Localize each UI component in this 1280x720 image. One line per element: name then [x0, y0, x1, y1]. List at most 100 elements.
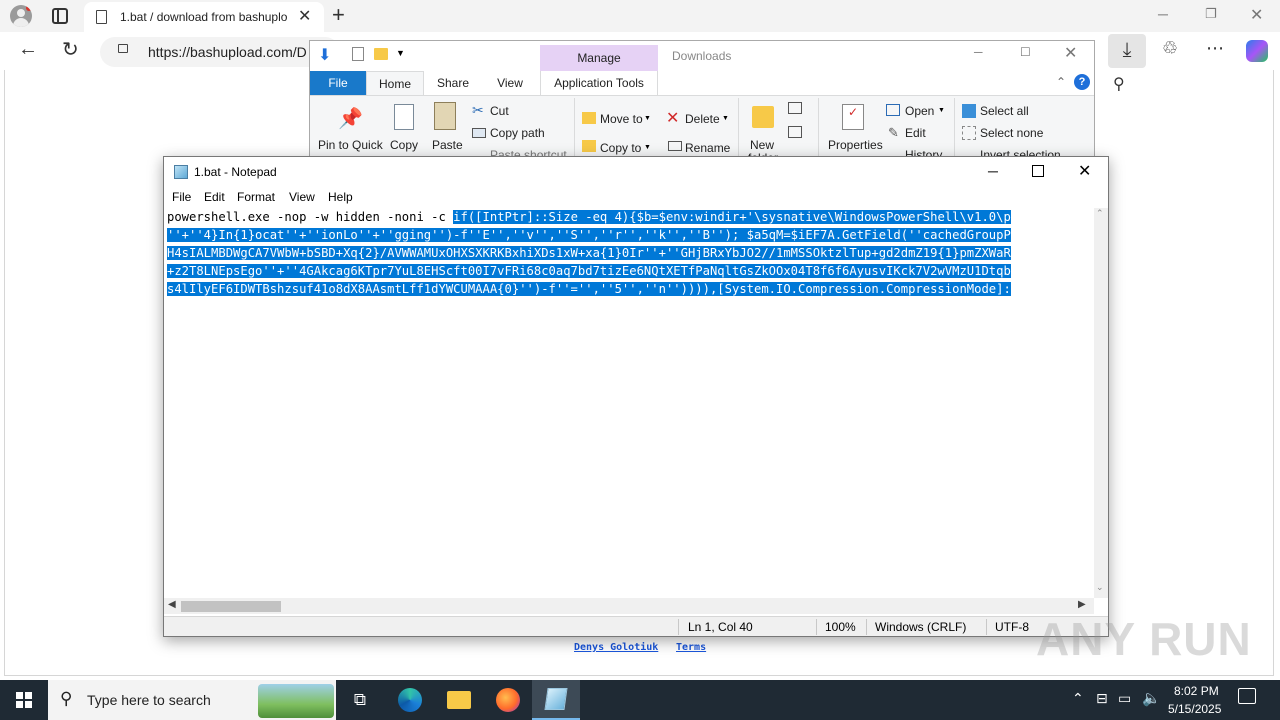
footer-terms-link[interactable]: Terms — [676, 642, 706, 653]
tab-close-icon[interactable]: ✕ — [298, 6, 311, 26]
qat-dropdown-icon[interactable]: ▼ — [396, 48, 405, 58]
folder-icon — [447, 691, 471, 709]
firefox-icon — [496, 688, 520, 712]
tab-share[interactable]: Share — [426, 71, 480, 95]
taskbar-search-box[interactable]: ⚲ Type here to search — [48, 680, 336, 720]
text-line-1-selected: if([IntPtr]::Size -eq 4){$b=$env:windir+… — [453, 210, 1011, 224]
menu-edit[interactable]: Edit — [204, 190, 225, 204]
properties-qat-icon[interactable] — [352, 47, 364, 61]
tab-actions-icon[interactable] — [52, 8, 68, 24]
tray-network-icon[interactable]: ⊟ — [1096, 690, 1108, 707]
notifications-icon[interactable] — [1238, 688, 1256, 704]
notepad-text-area[interactable]: powershell.exe -nop -w hidden -noni -c i… — [167, 208, 1093, 598]
notepad-close-icon[interactable]: ✕ — [1078, 161, 1091, 181]
new-item-icon[interactable] — [788, 102, 802, 114]
rename-button[interactable]: Rename — [685, 141, 730, 155]
pin-icon[interactable]: ⚲ — [1113, 74, 1125, 94]
tray-volume-icon[interactable]: 🔈 — [1142, 689, 1161, 707]
open-button[interactable]: Open — [905, 104, 934, 118]
extensions-icon[interactable]: ♲ — [1162, 38, 1178, 59]
notepad-taskbar-button[interactable] — [532, 680, 580, 720]
notepad-titlebar[interactable]: 1.bat - Notepad ─ ✕ — [164, 157, 1108, 187]
pin-quick-icon: 📌 — [338, 108, 363, 130]
menu-view[interactable]: View — [289, 190, 315, 204]
footer-author-link[interactable]: Denys Golotiuk — [574, 642, 658, 653]
horizontal-scroll-thumb[interactable] — [181, 601, 281, 612]
new-folder-qat-icon[interactable] — [374, 48, 388, 60]
select-none-button[interactable]: Select none — [980, 126, 1043, 140]
tray-display-icon[interactable]: ▭ — [1118, 690, 1131, 707]
copy-to-button[interactable]: Copy to — [600, 141, 641, 155]
explorer-minimize-icon[interactable]: ─ — [974, 45, 983, 59]
clock-date[interactable]: 5/15/2025 — [1168, 702, 1221, 716]
menu-help[interactable]: Help — [328, 190, 353, 204]
manage-context-tab[interactable]: Manage — [540, 45, 658, 71]
notepad-title: 1.bat - Notepad — [194, 165, 277, 179]
restore-icon[interactable]: ❐ — [1205, 6, 1217, 22]
move-to-dropdown-icon[interactable]: ▼ — [644, 115, 651, 122]
help-icon[interactable]: ? — [1074, 74, 1090, 90]
copy-big-icon — [394, 104, 414, 130]
collapse-ribbon-icon[interactable]: ⌃ — [1056, 75, 1066, 89]
tab-file[interactable]: File — [310, 71, 366, 95]
close-icon[interactable]: ✕ — [1250, 5, 1263, 25]
new-tab-icon[interactable]: + — [332, 2, 345, 28]
explorer-close-icon[interactable]: ✕ — [1064, 43, 1077, 63]
back-icon[interactable]: ← — [18, 38, 38, 61]
menu-format[interactable]: Format — [237, 190, 275, 204]
text-line-1: powershell.exe -nop -w hidden -noni -c i… — [167, 208, 1093, 226]
delete-button[interactable]: Delete — [685, 112, 720, 126]
horizontal-scrollbar[interactable]: ◀ ▶ — [164, 598, 1094, 614]
notepad-window: 1.bat - Notepad ─ ✕ File Edit Format Vie… — [163, 156, 1109, 637]
paste-button[interactable]: Paste — [432, 138, 463, 152]
profile-icon[interactable] — [10, 5, 32, 27]
rename-icon — [668, 141, 682, 151]
select-all-button[interactable]: Select all — [980, 104, 1029, 118]
quick-access-down-icon[interactable]: ⬇ — [318, 45, 331, 65]
tray-chevron-icon[interactable]: ⌃ — [1072, 690, 1084, 707]
vertical-scrollbar[interactable]: ⌃ ⌄ — [1094, 208, 1108, 598]
more-icon[interactable]: ⋯ — [1206, 38, 1224, 59]
delete-dropdown-icon[interactable]: ▼ — [722, 115, 729, 122]
address-bar[interactable]: https://bashupload.com/D — [100, 37, 340, 67]
easy-access-icon[interactable] — [788, 126, 802, 138]
scroll-down-icon[interactable]: ⌄ — [1096, 582, 1104, 593]
tab-view[interactable]: View — [482, 71, 538, 95]
copy-path-button[interactable]: Copy path — [490, 126, 545, 140]
tab-home[interactable]: Home — [366, 71, 424, 95]
scroll-left-icon[interactable]: ◀ — [168, 599, 176, 610]
scroll-up-icon[interactable]: ⌃ — [1096, 208, 1104, 219]
pin-quick-access-button[interactable]: Pin to Quick — [318, 138, 383, 152]
properties-button[interactable]: Properties — [828, 138, 883, 152]
downloads-icon[interactable]: ⤓ — [1108, 34, 1146, 68]
menu-file[interactable]: File — [172, 190, 191, 204]
scroll-right-icon[interactable]: ▶ — [1078, 599, 1086, 610]
copy-to-dropdown-icon[interactable]: ▼ — [644, 144, 651, 151]
select-none-icon — [962, 126, 976, 140]
notepad-minimize-icon[interactable]: ─ — [988, 163, 998, 179]
url-text[interactable]: https://bashupload.com/D — [148, 44, 307, 60]
cut-button[interactable]: Cut — [490, 104, 509, 118]
copy-button[interactable]: Copy — [390, 138, 418, 152]
notepad-maximize-icon[interactable] — [1032, 165, 1044, 177]
text-line-4: +z2T8LNEpsEgo''+''4GAkcag6KTpr7YuL8EHScf… — [167, 262, 1093, 280]
browser-tab[interactable]: 1.bat / download from bashuplo ✕ — [84, 2, 324, 32]
refresh-icon[interactable]: ↻ — [62, 37, 79, 62]
file-explorer-taskbar-button[interactable] — [435, 680, 483, 720]
firefox-taskbar-button[interactable] — [484, 680, 532, 720]
minimize-icon[interactable]: ─ — [1158, 6, 1168, 22]
open-dropdown-icon[interactable]: ▼ — [938, 107, 945, 114]
new-folder-button[interactable]: New — [750, 138, 774, 152]
edge-taskbar-button[interactable] — [386, 680, 434, 720]
tab-application-tools[interactable]: Application Tools — [540, 71, 658, 95]
move-to-button[interactable]: Move to — [600, 112, 643, 126]
notepad-menubar: File Edit Format View Help — [164, 187, 1108, 207]
task-view-button[interactable]: ⧉ — [336, 680, 384, 720]
edit-button[interactable]: Edit — [905, 126, 926, 140]
copilot-icon[interactable] — [1246, 40, 1268, 62]
start-button[interactable] — [0, 680, 48, 720]
explorer-maximize-icon[interactable]: ☐ — [1020, 45, 1031, 59]
text-line-3-selected: H4sIALMBDWgCA7VWbW+bSBD+Xq{2}/AVWWAMUxOH… — [167, 246, 1011, 260]
clock-time[interactable]: 8:02 PM — [1174, 684, 1219, 698]
explorer-window-title: Downloads — [672, 49, 732, 63]
